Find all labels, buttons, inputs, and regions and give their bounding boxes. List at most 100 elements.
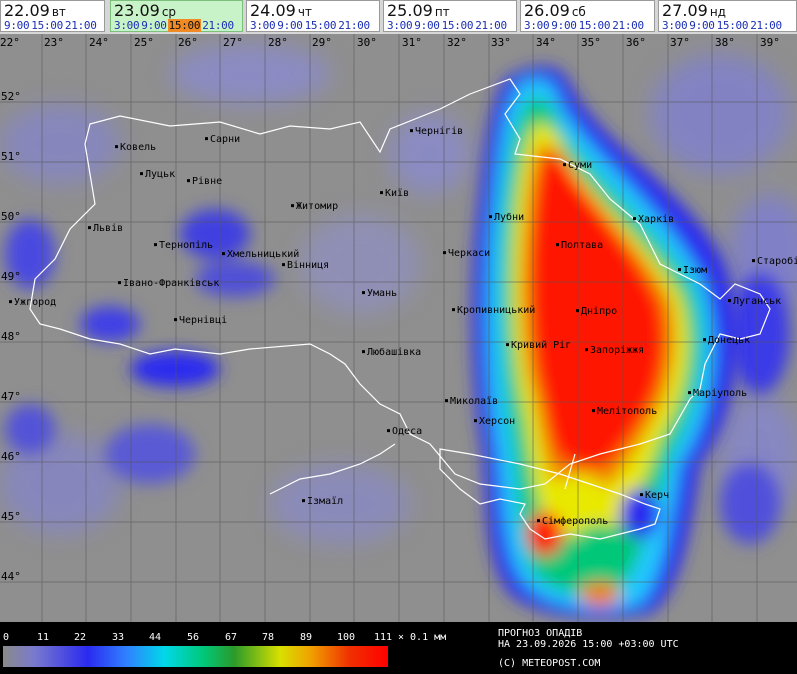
legend-title: ПРОГНОЗ ОПАДІВ <box>498 628 583 639</box>
longitude-label: 23° <box>44 36 64 49</box>
city-label: Лубни <box>489 212 524 223</box>
day-tab-22.09[interactable]: 22.09 вт 9:00 15:00 21:00 <box>0 0 105 32</box>
longitude-label: 22° <box>0 36 20 49</box>
city-label: Львів <box>88 223 123 234</box>
day-date-text: 27.09 <box>662 1 708 20</box>
day-tab-23.09[interactable]: 23.09 ср 3:00 9:00 15:00 21:00 <box>110 0 243 32</box>
legend-valid-time: НА 23.09.2026 15:00 +03:00 UTC <box>498 639 679 650</box>
city-label: Одеса <box>387 426 422 437</box>
latitude-label: 49° <box>1 270 21 283</box>
day-date: 26.09 сб <box>524 1 586 20</box>
longitude-label: 39° <box>760 36 780 49</box>
day-of-week: сб <box>571 5 586 19</box>
city-label: Умань <box>362 288 397 299</box>
city-label: Луганськ <box>728 296 781 307</box>
latitude-label: 44° <box>1 570 21 583</box>
day-times: 3:00 9:00 15:00 21:00 <box>661 19 783 32</box>
time-slot[interactable]: 15:00 <box>578 19 612 32</box>
city-label: Миколаїв <box>445 396 498 407</box>
time-slot[interactable]: 15:00 <box>441 19 475 32</box>
precipitation-legend: × 0.1 мм ПРОГНОЗ ОПАДІВ НА 23.09.2026 15… <box>0 622 797 674</box>
time-slot[interactable]: 9:00 <box>688 19 715 32</box>
longitude-label: 28° <box>268 36 288 49</box>
scale-tick: 22 <box>74 632 87 643</box>
time-slot[interactable]: 3:00 <box>249 19 276 32</box>
time-slot[interactable]: 15:00 <box>167 19 202 32</box>
day-of-week: ср <box>161 5 177 19</box>
longitude-label: 34° <box>536 36 556 49</box>
longitude-label: 33° <box>491 36 511 49</box>
day-date-text: 22.09 <box>4 1 50 20</box>
time-slot[interactable]: 3:00 <box>661 19 688 32</box>
time-slot[interactable]: 21:00 <box>474 19 508 32</box>
latitude-label: 45° <box>1 510 21 523</box>
latitude-label: 48° <box>1 330 21 343</box>
scale-tick: 67 <box>225 632 238 643</box>
city-label: Ізюм <box>678 265 707 276</box>
time-slot[interactable]: 3:00 <box>523 19 550 32</box>
city-label: Сарни <box>205 134 240 145</box>
color-scale-bar <box>3 646 388 667</box>
forecast-time-bar: 22.09 вт 9:00 15:00 21:00 23.09 ср 3:00 9:00 15:0… <box>0 0 797 34</box>
latitude-label: 52° <box>1 90 21 103</box>
day-times: 9:00 15:00 21:00 <box>3 19 98 32</box>
legend-copyright: (C) METEOPOST.COM <box>498 658 601 669</box>
city-label: Черкаси <box>443 248 490 259</box>
time-slot[interactable]: 21:00 <box>201 19 235 32</box>
day-date-text: 25.09 <box>387 1 433 20</box>
day-tab-27.09[interactable]: 27.09 нд 3:00 9:00 15:00 21:00 <box>658 0 797 32</box>
day-tab-25.09[interactable]: 25.09 пт 3:00 9:00 15:00 21:00 <box>383 0 517 32</box>
city-label: Харків <box>633 214 674 225</box>
city-label: Вінниця <box>282 260 329 271</box>
longitude-label: 29° <box>312 36 332 49</box>
day-times: 3:00 9:00 15:00 21:00 <box>523 19 645 32</box>
longitude-label: 37° <box>670 36 690 49</box>
day-times: 3:00 9:00 15:00 21:00 <box>249 19 371 32</box>
time-slot[interactable]: 9:00 <box>3 19 30 32</box>
day-of-week: вт <box>51 5 66 19</box>
city-label: Суми <box>563 160 592 171</box>
time-slot[interactable]: 3:00 <box>113 19 140 32</box>
day-of-week: нд <box>709 5 726 19</box>
time-slot[interactable]: 9:00 <box>276 19 303 32</box>
latitude-label: 46° <box>1 450 21 463</box>
day-date: 27.09 нд <box>662 1 726 20</box>
city-label: Старобільськ <box>752 256 797 267</box>
precipitation-map: 22° 23° 24° 25° 26° 27° 28° 29° 30° 31° 32° 33° 34° 3… <box>0 34 797 622</box>
city-label: Сімферополь <box>537 516 608 527</box>
city-label: Кривий Ріг <box>506 340 571 351</box>
city-label: Чернівці <box>174 315 227 326</box>
day-date: 23.09 ср <box>114 1 176 20</box>
time-slot[interactable]: 3:00 <box>386 19 413 32</box>
time-slot[interactable]: 21:00 <box>611 19 645 32</box>
time-slot[interactable]: 21:00 <box>749 19 783 32</box>
longitude-label: 32° <box>447 36 467 49</box>
scale-tick: 33 <box>112 632 125 643</box>
day-date: 22.09 вт <box>4 1 66 20</box>
time-slot[interactable]: 21:00 <box>64 19 98 32</box>
longitude-label: 31° <box>402 36 422 49</box>
city-label: Ізмаїл <box>302 496 343 507</box>
time-slot[interactable]: 9:00 <box>550 19 577 32</box>
city-label: Мелітополь <box>592 406 657 417</box>
latitude-label: 47° <box>1 390 21 403</box>
time-slot[interactable]: 9:00 <box>140 19 167 32</box>
city-label: Маріуполь <box>688 388 747 399</box>
latitude-label: 50° <box>1 210 21 223</box>
time-slot[interactable]: 15:00 <box>304 19 338 32</box>
city-label: Ужгород <box>9 297 56 308</box>
time-slot[interactable]: 9:00 <box>413 19 440 32</box>
city-label: Ковель <box>115 142 156 153</box>
day-tab-26.09[interactable]: 26.09 сб 3:00 9:00 15:00 21:00 <box>520 0 655 32</box>
day-of-week: чт <box>297 5 312 19</box>
city-label: Чернігів <box>410 126 463 137</box>
time-slot[interactable]: 21:00 <box>337 19 371 32</box>
longitude-label: 24° <box>89 36 109 49</box>
city-label: Рівне <box>187 176 222 187</box>
scale-tick: 111 <box>374 632 393 643</box>
day-tab-24.09[interactable]: 24.09 чт 3:00 9:00 15:00 21:00 <box>246 0 380 32</box>
time-slot[interactable]: 15:00 <box>716 19 750 32</box>
day-date: 24.09 чт <box>250 1 312 20</box>
time-slot[interactable]: 15:00 <box>30 19 64 32</box>
scale-tick: 89 <box>300 632 313 643</box>
